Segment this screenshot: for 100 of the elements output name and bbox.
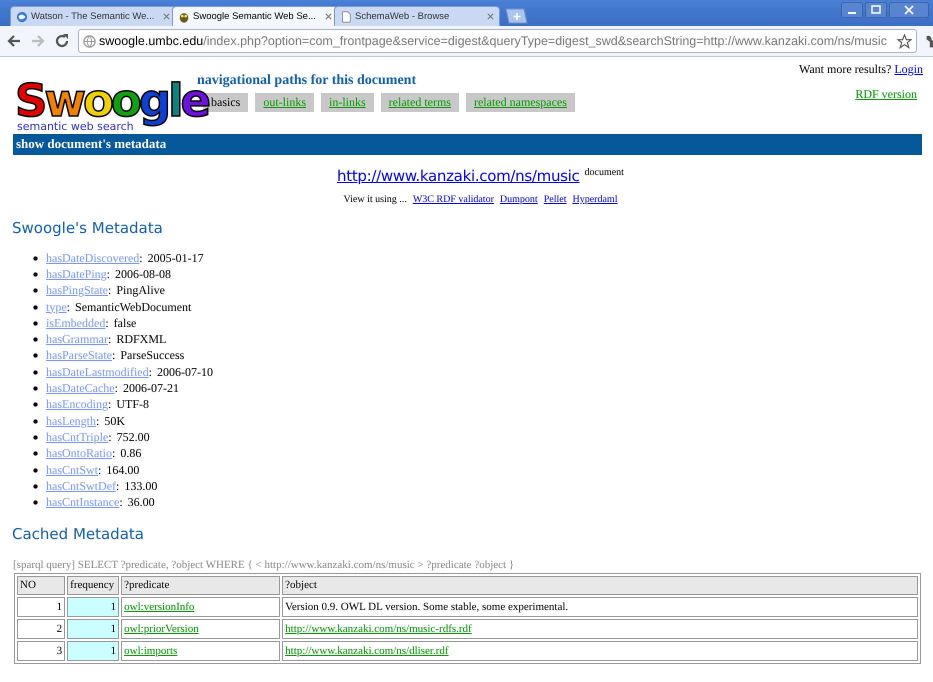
- property-value: RDFXML: [116, 332, 166, 348]
- logo-tagline: semantic web search: [17, 120, 135, 133]
- property-link[interactable]: hasLength: [46, 414, 96, 429]
- section-heading: Cached Metadata: [12, 524, 145, 543]
- frequency-cell: 1: [67, 640, 120, 661]
- property-link[interactable]: hasParseState: [46, 348, 112, 364]
- nav-tab[interactable]: in-links: [321, 93, 374, 112]
- object-link[interactable]: http://www.kanzaki.com/ns/dliser.rdf: [285, 644, 448, 657]
- login-prompt: Want more results?: [798, 62, 892, 76]
- property-link[interactable]: hasDateLastmodified: [46, 364, 149, 380]
- property-value: 133.00: [124, 478, 158, 494]
- browser-tab[interactable]: SchemaWeb - Browse: [334, 6, 500, 26]
- sparql-query: [sparql query] SELECT ?predicate, ?object WHERE { < http://www.kanzaki.com/ns/music > ?predicate ?object }: [13, 558, 516, 571]
- property-link[interactable]: type: [46, 300, 67, 315]
- predicate-link[interactable]: owl:priorVersion: [124, 622, 199, 635]
- property-value: 50K: [104, 414, 126, 429]
- property-link[interactable]: hasEncoding: [46, 397, 108, 412]
- object-link[interactable]: http://www.kanzaki.com/ns/music-rdfs.rdf: [285, 622, 472, 635]
- property-colon: :: [139, 250, 143, 266]
- property-colon: :: [112, 446, 116, 462]
- property-colon: :: [112, 348, 116, 364]
- address-bar[interactable]: swoogle.umbc.edu/index.php?option=com_frontpage&service=digest&queryType=digest_swd&searchString=http://www.kanzaki.com/ns/music: [78, 29, 917, 53]
- star-icon[interactable]: [897, 34, 912, 48]
- column-header: ?object: [282, 576, 918, 595]
- bullet-icon: [33, 337, 38, 342]
- section-banner: show document's metadata: [13, 134, 922, 155]
- rdf-version-link[interactable]: RDF version: [855, 87, 917, 102]
- reload-icon[interactable]: [54, 33, 70, 49]
- nav-tab[interactable]: out-links: [255, 93, 314, 112]
- property-link[interactable]: hasCntSwtDef: [46, 478, 116, 494]
- minimize-icon[interactable]: [841, 2, 863, 18]
- property-link[interactable]: hasOntoRatio: [46, 446, 112, 462]
- frequency-cell: 1: [67, 618, 120, 639]
- new-tab-icon[interactable]: [504, 8, 528, 24]
- back-icon[interactable]: [6, 33, 22, 49]
- viewer-link[interactable]: W3C RDF validator: [412, 194, 494, 205]
- predicate-link[interactable]: owl:versionInfo: [124, 600, 194, 613]
- property-value: 2006-07-10: [156, 364, 213, 380]
- property-colon: :: [148, 364, 152, 380]
- bullet-icon: [33, 500, 38, 506]
- property-colon: :: [106, 266, 110, 282]
- table-cell: Version 0.9. OWL DL version. Some stable, some experimental.: [282, 596, 918, 617]
- maximize-icon[interactable]: [865, 2, 887, 18]
- bullet-icon: [33, 468, 38, 472]
- property-link[interactable]: hasDateCache: [46, 381, 115, 396]
- property-link[interactable]: hasDatePing: [46, 266, 107, 282]
- bullet-icon: [33, 288, 38, 294]
- viewer-link[interactable]: Dumpont: [500, 194, 538, 205]
- bullet-icon: [33, 451, 38, 456]
- globe-icon: [16, 10, 28, 22]
- bullet-icon: [33, 386, 38, 392]
- nav-tab[interactable]: related terms: [380, 93, 459, 112]
- property-colon: :: [108, 332, 112, 348]
- close-icon[interactable]: [325, 13, 332, 20]
- property-link[interactable]: hasCntInstance: [46, 495, 120, 510]
- bullet-icon: [33, 402, 38, 408]
- close-icon[interactable]: [163, 13, 170, 20]
- viewer-link[interactable]: Pellet: [544, 194, 566, 205]
- close-icon[interactable]: [487, 13, 494, 20]
- property-value: false: [114, 316, 136, 331]
- viewer-link[interactable]: Hyperdaml: [572, 194, 618, 205]
- property-link[interactable]: hasPingState: [46, 283, 108, 298]
- login-link[interactable]: Login: [894, 62, 923, 76]
- nav-title: navigational paths for this document: [197, 73, 418, 89]
- browser-tab[interactable]: Swoogle Semantic Web Se...: [172, 6, 338, 26]
- table-cell: 3: [17, 640, 66, 661]
- property-value: 752.00: [116, 430, 150, 445]
- bullet-icon: [33, 353, 38, 358]
- section-heading: Swoogle's Metadata: [12, 219, 164, 237]
- property-link[interactable]: hasDateDiscovered: [46, 250, 140, 266]
- table-cell: 1: [17, 596, 66, 617]
- browser-tab[interactable]: Watson - The Semantic We...: [10, 6, 176, 26]
- predicate-link[interactable]: owl:imports: [124, 644, 178, 657]
- property-colon: :: [66, 300, 70, 315]
- frequency-cell: 1: [67, 596, 120, 617]
- property-colon: :: [108, 397, 112, 412]
- property-link[interactable]: hasCntTriple: [46, 430, 108, 445]
- bullet-icon: [33, 320, 38, 326]
- property-link[interactable]: hasCntSwt: [46, 462, 98, 478]
- bullet-icon: [33, 304, 38, 310]
- bullet-icon: [33, 272, 38, 277]
- nav-tab[interactable]: related namespaces: [466, 93, 575, 112]
- page-icon: [340, 10, 352, 22]
- property-colon: :: [96, 414, 100, 429]
- property-value: 36.00: [128, 495, 155, 510]
- property-value: 164.00: [106, 462, 140, 478]
- table-cell: 2: [17, 618, 66, 639]
- property-link[interactable]: isEmbedded: [46, 316, 106, 331]
- column-header: frequency: [67, 576, 120, 595]
- column-header: NO: [17, 576, 66, 595]
- close-icon[interactable]: [889, 2, 929, 18]
- document-url-link[interactable]: http://www.kanzaki.com/ns/music: [337, 167, 580, 185]
- property-link[interactable]: hasGrammar: [46, 332, 108, 348]
- property-colon: :: [116, 478, 120, 494]
- property-value: 2006-07-21: [122, 381, 179, 396]
- property-value: 2006-08-08: [115, 266, 171, 282]
- owl-icon: [178, 10, 190, 22]
- globe-icon: [83, 34, 96, 48]
- bullet-icon: [33, 434, 38, 440]
- property-value: 2005-01-17: [148, 250, 204, 266]
